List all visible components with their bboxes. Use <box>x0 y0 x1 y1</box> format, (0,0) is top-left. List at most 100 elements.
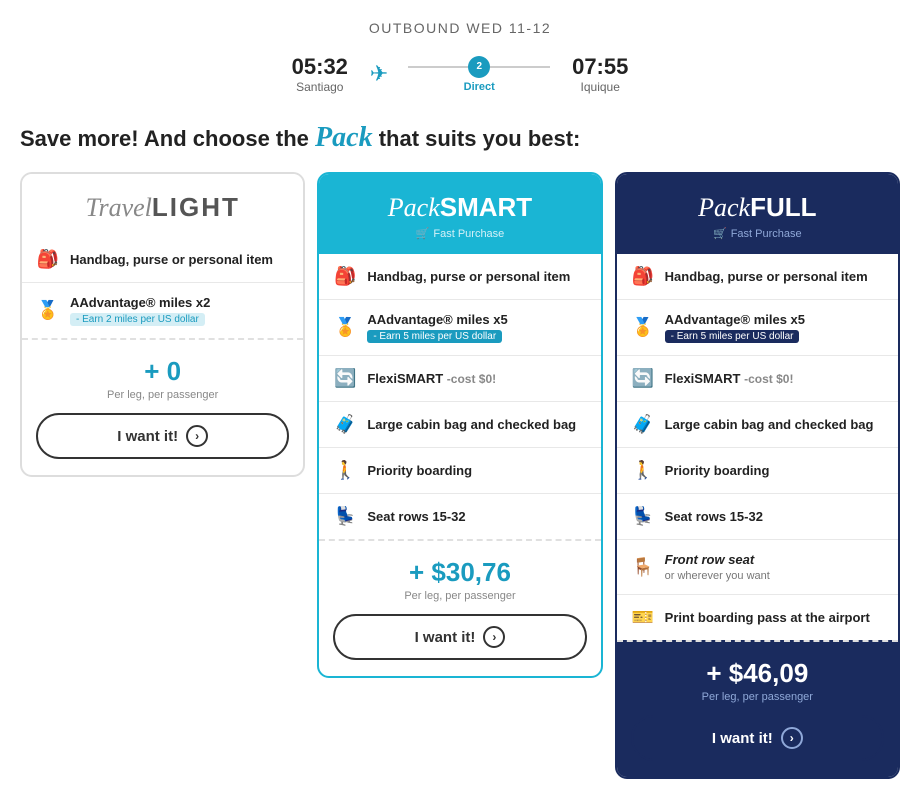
full-feature-boarding: 🚶 Priority boarding <box>617 448 898 494</box>
miles-label: AAdvantage® miles x5 <box>367 312 586 327</box>
full-want-label: I want it! <box>712 730 773 747</box>
smart-feature-flexi: 🔄 FlexiSMART -cost $0! <box>319 356 600 402</box>
full-feature-flexi: 🔄 FlexiSMART -cost $0! <box>617 356 898 402</box>
smart-pack: Pack <box>388 193 440 222</box>
handbag-label: Handbag, purse or personal item <box>70 252 289 267</box>
arrival-block: 07:55 Iquique <box>560 54 640 94</box>
full-features: 🎒 Handbag, purse or personal item 🏅 AAdv… <box>617 254 898 640</box>
bag-label: Large cabin bag and checked bag <box>367 417 586 432</box>
handbag-label: Handbag, purse or personal item <box>367 269 586 284</box>
card-smart-title: PackSMART <box>333 192 586 223</box>
full-fast-purchase: 🛒 Fast Purchase <box>631 227 884 240</box>
seat-label: Seat rows 15-32 <box>367 509 586 524</box>
miles-badge: - Earn 5 miles per US dollar <box>665 330 800 343</box>
departure-block: 05:32 Santiago <box>280 54 360 94</box>
line-left <box>408 66 468 68</box>
card-light-title: TravelLIGHT <box>36 192 289 223</box>
light-want-label: I want it! <box>117 428 178 445</box>
boardingpass-icon: 🎫 <box>631 607 655 628</box>
fast-icon-full: 🛒 <box>713 227 727 240</box>
boarding-icon: 🚶 <box>333 460 357 481</box>
full-pack: Pack <box>698 193 750 222</box>
card-full-header: PackFULL 🛒 Fast Purchase <box>617 174 898 254</box>
bag-icon: 🧳 <box>333 414 357 435</box>
full-footer: + $46,09 Per leg, per passenger I want i… <box>617 640 898 777</box>
fast-icon-smart: 🛒 <box>416 227 430 240</box>
tagline-prefix: Save more! And choose the <box>20 126 315 151</box>
light-price-label: Per leg, per passenger <box>36 389 289 401</box>
light-price: + 0 <box>36 356 289 387</box>
full-price: + $46,09 <box>631 658 884 689</box>
card-smart: PackSMART 🛒 Fast Purchase 🎒 Handbag, pur… <box>317 172 602 678</box>
frontrow-icon: 🪑 <box>631 557 655 578</box>
bag-icon: 🧳 <box>631 414 655 435</box>
full-want-button[interactable]: I want it! › <box>631 715 884 761</box>
frontrow-sub: or wherever you want <box>665 570 770 582</box>
handbag-icon: 🎒 <box>333 266 357 287</box>
light-feature-handbag: 🎒 Handbag, purse or personal item <box>22 237 303 283</box>
full-price-label: Per leg, per passenger <box>631 691 884 703</box>
boarding-label: Priority boarding <box>665 463 884 478</box>
title-light-name: LIGHT <box>152 192 240 222</box>
card-full: PackFULL 🛒 Fast Purchase 🎒 Handbag, purs… <box>615 172 900 779</box>
card-full-title: PackFULL <box>631 192 884 223</box>
full-feature-miles: 🏅 AAdvantage® miles x5 - Earn 5 miles pe… <box>617 300 898 356</box>
light-want-button[interactable]: I want it! › <box>36 413 289 459</box>
smart-feature-miles: 🏅 AAdvantage® miles x5 - Earn 5 miles pe… <box>319 300 600 356</box>
seat-icon: 💺 <box>333 506 357 527</box>
light-feature-miles: 🏅 AAdvantage® miles x2 - Earn 2 miles pe… <box>22 283 303 338</box>
stop-circle: 2 <box>468 56 490 78</box>
smart-want-label: I want it! <box>415 629 476 646</box>
light-arrow-icon: › <box>186 425 208 447</box>
boarding-icon: 🚶 <box>631 460 655 481</box>
fast-label-full: Fast Purchase <box>731 228 802 240</box>
light-footer: + 0 Per leg, per passenger I want it! › <box>22 338 303 475</box>
full-name: FULL <box>750 192 816 222</box>
handbag-icon: 🎒 <box>631 266 655 287</box>
outbound-header: OUTBOUND Wed 11-12 <box>20 20 900 38</box>
miles-label: AAdvantage® miles x5 <box>665 312 884 327</box>
plane-icon: ✈ <box>370 61 388 87</box>
arrival-time: 07:55 <box>560 54 640 80</box>
handbag-label: Handbag, purse or personal item <box>665 269 884 284</box>
card-light: TravelLIGHT 🎒 Handbag, purse or personal… <box>20 172 305 477</box>
handbag-icon: 🎒 <box>36 249 60 270</box>
smart-price: + $30,76 <box>333 557 586 588</box>
outbound-title: OUTBOUND Wed 11-12 <box>369 20 551 36</box>
smart-features: 🎒 Handbag, purse or personal item 🏅 AAdv… <box>319 254 600 539</box>
miles-label: AAdvantage® miles x2 <box>70 295 289 310</box>
smart-feature-boarding: 🚶 Priority boarding <box>319 448 600 494</box>
boarding-label: Priority boarding <box>367 463 586 478</box>
full-feature-bag: 🧳 Large cabin bag and checked bag <box>617 402 898 448</box>
direct-label: Direct <box>464 81 495 93</box>
cards-container: TravelLIGHT 🎒 Handbag, purse or personal… <box>20 172 900 779</box>
arrival-city: Iquique <box>560 80 640 94</box>
full-feature-front-row: 🪑 Front row seat or wherever you want <box>617 540 898 595</box>
bag-label: Large cabin bag and checked bag <box>665 417 884 432</box>
tagline-suffix: that suits you best: <box>373 126 581 151</box>
full-feature-boardingpass: 🎫 Print boarding pass at the airport <box>617 595 898 640</box>
flexi-label: FlexiSMART -cost $0! <box>665 371 884 386</box>
full-feature-handbag: 🎒 Handbag, purse or personal item <box>617 254 898 300</box>
departure-city: Santiago <box>280 80 360 94</box>
miles-badge: - Earn 5 miles per US dollar <box>367 330 502 343</box>
line-right <box>490 66 550 68</box>
tagline-pack-script: Pack <box>315 122 373 153</box>
card-smart-header: PackSMART 🛒 Fast Purchase <box>319 174 600 254</box>
seat-icon: 💺 <box>631 506 655 527</box>
seat-label: Seat rows 15-32 <box>665 509 884 524</box>
full-feature-seats: 💺 Seat rows 15-32 <box>617 494 898 540</box>
flexi-icon: 🔄 <box>333 368 357 389</box>
smart-feature-seats: 💺 Seat rows 15-32 <box>319 494 600 539</box>
miles-icon: 🏅 <box>36 300 60 321</box>
flight-route: 2 Direct <box>408 56 550 93</box>
smart-fast-purchase: 🛒 Fast Purchase <box>333 227 586 240</box>
smart-want-button[interactable]: I want it! › <box>333 614 586 660</box>
tagline: Save more! And choose the Pack that suit… <box>20 122 900 154</box>
card-light-header: TravelLIGHT <box>22 174 303 237</box>
smart-name: SMART <box>440 192 532 222</box>
smart-price-label: Per leg, per passenger <box>333 590 586 602</box>
light-features: 🎒 Handbag, purse or personal item 🏅 AAdv… <box>22 237 303 338</box>
flexi-icon: 🔄 <box>631 368 655 389</box>
fast-label-smart: Fast Purchase <box>433 228 504 240</box>
